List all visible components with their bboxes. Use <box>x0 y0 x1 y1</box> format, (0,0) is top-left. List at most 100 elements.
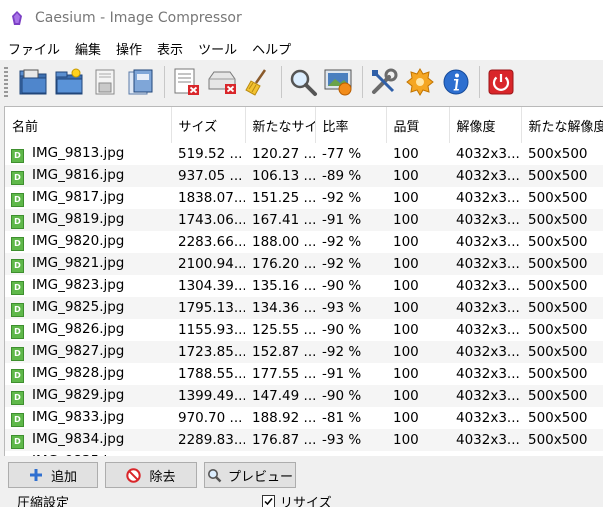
file-name: IMG_9817.jpg <box>32 189 125 205</box>
save-all-button[interactable] <box>124 65 158 99</box>
new-size-cell: 147.49 ... <box>245 385 315 407</box>
table-row[interactable]: D IMG_9823.jpg 1304.39... 135.16 ... -90 % 10… <box>5 275 603 297</box>
quality-cell: 100 <box>386 209 449 231</box>
remove-button-label: 除去 <box>149 469 176 485</box>
clean-button[interactable] <box>241 65 275 99</box>
table-row[interactable]: D IMG_9834.jpg 2289.83... 176.87 ... -93 % 10… <box>5 429 603 451</box>
new-size-cell: 176.87 ... <box>245 429 315 451</box>
file-name: IMG_9821.jpg <box>32 255 125 271</box>
size-cell: 1399.49... <box>171 385 245 407</box>
tools-icon <box>372 68 398 94</box>
open-files-button[interactable] <box>16 65 50 99</box>
remove-button[interactable]: 除去 <box>105 462 197 488</box>
column-header-resolution[interactable]: 解像度 <box>449 107 522 143</box>
file-name: IMG_9819.jpg <box>32 211 125 227</box>
table-row[interactable]: D IMG_9817.jpg 1838.07... 151.25 ... -92 % 10… <box>5 187 603 209</box>
table-row[interactable]: D IMG_9829.jpg 1399.49... 147.49 ... -90 % 10… <box>5 385 603 407</box>
column-header-quality[interactable]: 品質 <box>386 107 450 143</box>
settings-button[interactable] <box>403 65 437 99</box>
about-button[interactable] <box>439 65 473 99</box>
menu-edit[interactable]: 編集 <box>67 39 108 58</box>
plus-icon <box>29 469 42 481</box>
exit-button[interactable] <box>484 65 518 99</box>
file-list[interactable]: 名前 サイズ 新たなサイ 比率 品質 解像度 新たな解像度 D IMG_9813.… <box>4 106 603 458</box>
menu-file[interactable]: ファイル <box>0 39 67 58</box>
new-resolution-cell: 500x500 <box>521 165 603 187</box>
column-header-size[interactable]: サイズ <box>171 107 246 143</box>
file-name-cell: D IMG_9821.jpg <box>5 253 171 275</box>
new-resolution-cell: 500x500 <box>521 231 603 253</box>
file-name-cell: D IMG_9816.jpg <box>5 165 171 187</box>
table-row[interactable]: D IMG_9821.jpg 2100.94... 176.20 ... -92 % 10… <box>5 253 603 275</box>
table-row[interactable]: D IMG_9825.jpg 1795.13... 134.36 ... -93 % 10… <box>5 297 603 319</box>
new-size-cell: 177.55 ... <box>245 363 315 385</box>
file-name-cell: D IMG_9813.jpg <box>5 143 171 165</box>
ratio-cell: -93 % <box>315 429 386 451</box>
file-name-cell: D IMG_9828.jpg <box>5 363 171 385</box>
remove-item-button[interactable] <box>169 65 203 99</box>
ratio-cell: -92 % <box>315 231 386 253</box>
add-button[interactable]: 追加 <box>8 462 98 488</box>
new-size-cell: 151.25 ... <box>245 187 315 209</box>
table-row[interactable]: D IMG_9828.jpg 1788.55... 177.55 ... -91 % 10… <box>5 363 603 385</box>
file-name-cell: D IMG_9829.jpg <box>5 385 171 407</box>
resolution-cell: 4032x3... <box>449 187 521 209</box>
table-row[interactable]: D IMG_9827.jpg 1723.85... 152.87 ... -92 % 10… <box>5 341 603 363</box>
column-header-name[interactable]: 名前 <box>5 107 172 143</box>
size-cell: 1838.07... <box>171 187 245 209</box>
table-row[interactable]: D IMG_9813.jpg 519.52 ... 120.27 ... -77 % 10… <box>5 143 603 165</box>
file-name-cell: D IMG_9817.jpg <box>5 187 171 209</box>
menu-bar: ファイル 編集 操作 表示 ツール ヘルプ <box>0 36 603 60</box>
open-folder-button[interactable] <box>52 65 86 99</box>
new-resolution-cell: 500x500 <box>521 209 603 231</box>
image-file-icon: D <box>11 171 24 185</box>
ratio-cell: -81 % <box>315 407 386 429</box>
new-resolution-cell: 500x500 <box>521 297 603 319</box>
preview-button-label: プレビュー <box>227 469 293 485</box>
new-resolution-cell: 500x500 <box>521 407 603 429</box>
ratio-cell: -90 % <box>315 275 386 297</box>
image-file-icon: D <box>11 391 24 405</box>
toolbar-separator <box>164 66 165 98</box>
quality-cell: 100 <box>386 165 449 187</box>
column-header-new-resolution[interactable]: 新たな解像度 <box>521 107 603 143</box>
preview-button[interactable] <box>286 65 320 99</box>
compress-button[interactable] <box>322 65 356 99</box>
ratio-cell: -92 % <box>315 187 386 209</box>
menu-tools[interactable]: ツール <box>190 39 244 58</box>
clear-list-icon <box>208 71 236 94</box>
preview-action-button[interactable]: プレビュー <box>204 462 296 488</box>
size-cell: 2283.66... <box>171 231 245 253</box>
magnifier-icon <box>207 468 222 482</box>
app-logo-icon <box>12 11 22 25</box>
table-row[interactable]: D IMG_9826.jpg 1155.93... 125.55 ... -90 % 10… <box>5 319 603 341</box>
resolution-cell: 4032x3... <box>449 297 521 319</box>
file-name: IMG_9833.jpg <box>32 409 125 425</box>
column-header-ratio[interactable]: 比率 <box>315 107 387 143</box>
quality-cell: 100 <box>386 429 449 451</box>
title-bar: Caesium - Image Compressor <box>0 0 603 36</box>
size-cell: 2100.94... <box>171 253 245 275</box>
quality-cell: 100 <box>386 231 449 253</box>
resize-checkbox[interactable] <box>262 495 275 507</box>
table-row[interactable]: D IMG_9833.jpg 970.70 ... 188.92 ... -81 % 10… <box>5 407 603 429</box>
new-size-cell: 135.16 ... <box>245 275 315 297</box>
column-header-new-size[interactable]: 新たなサイ <box>245 107 316 143</box>
add-folder-icon <box>55 68 83 95</box>
table-row[interactable]: D IMG_9819.jpg 1743.06... 167.41 ... -91 % 10… <box>5 209 603 231</box>
save-button[interactable] <box>88 65 122 99</box>
ratio-cell: -92 % <box>315 253 386 275</box>
resolution-cell: 4032x3... <box>449 363 521 385</box>
tools-button[interactable] <box>367 65 401 99</box>
table-row[interactable]: D IMG_9820.jpg 2283.66... 188.00 ... -92 % 10… <box>5 231 603 253</box>
toolbar-grip[interactable] <box>4 67 8 97</box>
menu-action[interactable]: 操作 <box>108 39 149 58</box>
clear-list-button[interactable] <box>205 65 239 99</box>
file-name: IMG_9826.jpg <box>32 321 125 337</box>
new-resolution-cell: 500x500 <box>521 275 603 297</box>
table-row[interactable]: D IMG_9816.jpg 937.05 ... 106.13 ... -89 % 10… <box>5 165 603 187</box>
save-icon <box>95 69 115 95</box>
menu-help[interactable]: ヘルプ <box>244 39 298 58</box>
menu-view[interactable]: 表示 <box>149 39 190 58</box>
file-name-cell: D IMG_9827.jpg <box>5 341 171 363</box>
